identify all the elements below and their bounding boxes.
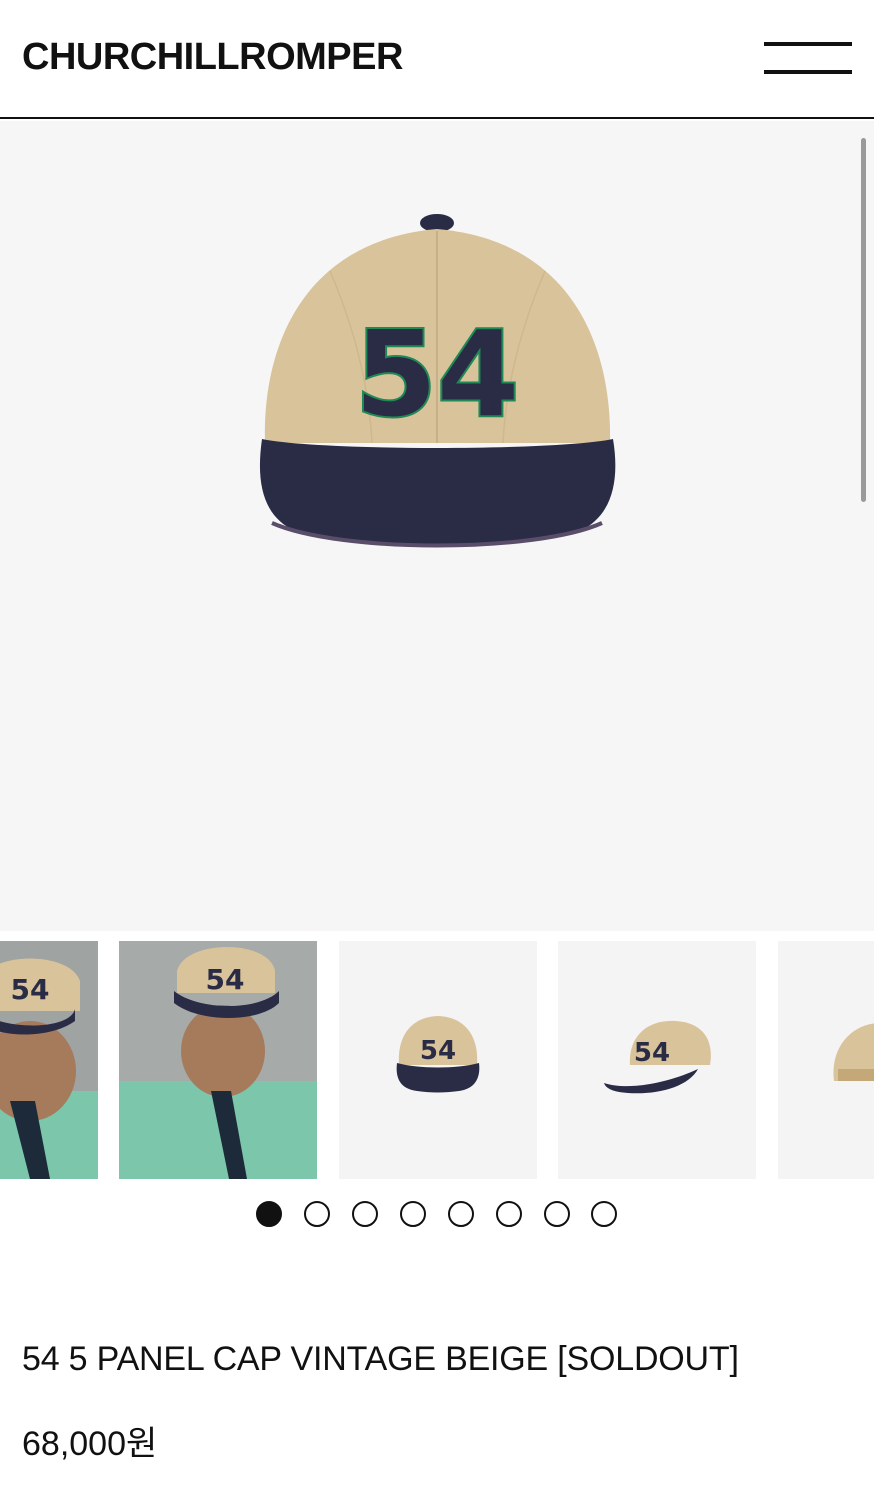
svg-text:54: 54 [11,973,50,1006]
pagination-dot-8[interactable] [591,1201,617,1227]
pagination-dot-4[interactable] [400,1201,426,1227]
pagination-dot-7[interactable] [544,1201,570,1227]
thumbnail-strip: 54 54 54 54 [0,941,874,1179]
pagination-dot-5[interactable] [448,1201,474,1227]
slide-pagination [0,1201,874,1229]
main-product-image[interactable]: 54 [0,121,874,931]
svg-text:54: 54 [206,963,245,996]
thumbnail-5[interactable] [778,941,874,1179]
scrollbar[interactable] [861,138,866,502]
svg-text:54: 54 [634,1038,670,1068]
cap-front-image: 54 [259,214,616,548]
cap-number-label: 54 [355,305,519,443]
product-title: 54 5 PANEL CAP VINTAGE BEIGE [SOLDOUT] [22,1340,739,1378]
site-header: CHURCHILLROMPER [0,0,874,119]
pagination-dot-6[interactable] [496,1201,522,1227]
pagination-dot-3[interactable] [352,1201,378,1227]
brand-logo[interactable]: CHURCHILLROMPER [22,36,403,79]
product-price: 68,000원 [22,1425,158,1463]
thumbnail-4[interactable]: 54 [558,941,756,1179]
menu-button[interactable] [764,40,854,78]
pagination-dot-1[interactable] [256,1201,282,1227]
pagination-dot-2[interactable] [304,1201,330,1227]
thumbnail-1[interactable]: 54 [0,941,98,1179]
thumbnail-3[interactable]: 54 [339,941,537,1179]
svg-text:54: 54 [420,1036,456,1066]
thumbnail-2[interactable]: 54 [119,941,317,1179]
